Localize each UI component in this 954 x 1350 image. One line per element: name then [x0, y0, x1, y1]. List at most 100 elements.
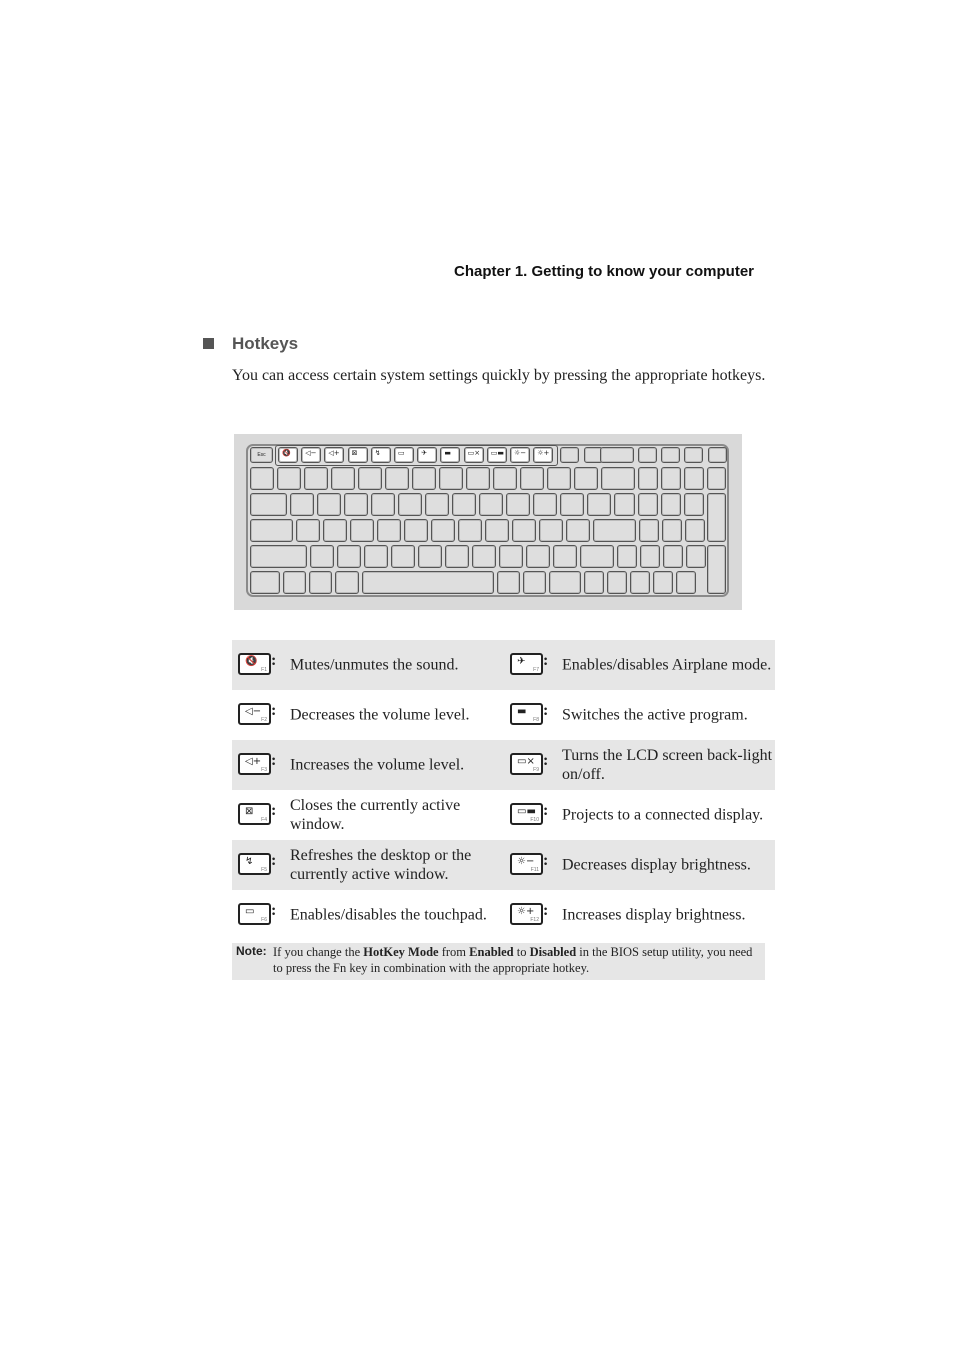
keyboard-key [371, 493, 395, 516]
keyboard-key [458, 519, 482, 542]
hotkey-row: ◁+ F3: Increases the volume level. ▭× F9: Tur… [232, 740, 775, 790]
keyboard-key [344, 493, 368, 516]
keyboard-key [362, 571, 494, 594]
brightness-down-icon: ☼− F11 [510, 853, 543, 875]
keyboard-key [277, 467, 301, 490]
hotkey-row: ↯ F5: Refreshes the desktop or the current… [232, 840, 775, 890]
colon: : [543, 702, 549, 719]
keyboard-key [560, 447, 579, 463]
fkey-glyph-icon: ▬ [444, 449, 452, 457]
fkey-label: F10 [530, 817, 539, 823]
keyboard-key [560, 493, 584, 516]
keyboard-key [412, 467, 436, 490]
keyboard-key [630, 571, 650, 594]
keyboard-key [506, 493, 530, 516]
hotkey-cell-f8: ▬ F8: Switches the active program. [504, 690, 775, 740]
fkey-glyph-icon: ↯ [374, 449, 381, 457]
keyboard-key [653, 571, 673, 594]
keyboard-key [566, 519, 590, 542]
fkey-glyph-icon: ⊠ [351, 449, 358, 457]
note-box: Note: If you change the HotKey Mode from… [232, 943, 765, 980]
keyboard-key [707, 467, 726, 490]
keyboard-key [472, 545, 496, 568]
fkey-f5: ↯ [370, 447, 391, 463]
key-glyph: 🔇 [245, 656, 258, 667]
colon: : [271, 802, 277, 819]
fkey-glyph-icon: ☼− [514, 449, 527, 457]
fkey-f11: ☼− [510, 447, 530, 463]
keyboard-key [526, 545, 550, 568]
keyboard-key [638, 493, 658, 516]
fkey-glyph-icon: ☼+ [537, 449, 550, 457]
fkey-glyph-icon: 🔇 [282, 449, 291, 457]
keyboard-key [580, 545, 614, 568]
note-label: Note: [236, 944, 267, 958]
fkey-f8: ▬ [440, 447, 461, 463]
keyboard-key [331, 467, 355, 490]
hotkey-cell-f11: ☼− F11: Decreases display brightness. [504, 840, 775, 890]
keyboard-key [547, 467, 571, 490]
hotkey-cell-f9: ▭× F9: Turns the LCD screen back-light on/… [504, 740, 775, 790]
fkey-f7: ✈ [417, 447, 438, 463]
keyboard-key [574, 467, 598, 490]
close-window-icon: ⊠ F4 [238, 803, 271, 825]
fkey-glyph-icon: ✈ [421, 449, 428, 457]
fkey-label: F11 [530, 867, 539, 873]
hotkey-description: Enables/disables the touchpad. [290, 906, 487, 924]
hotkey-description: Mutes/unmutes the sound. [290, 656, 459, 674]
hotkey-cell-f2: ◁− F2: Decreases the volume level. [232, 690, 503, 740]
key-glyph: ◁+ [245, 756, 262, 767]
keyboard-key [418, 545, 442, 568]
bullet-square-icon [203, 338, 214, 349]
airplane-icon: ✈ F7 [510, 653, 543, 675]
keyboard-key [638, 447, 657, 463]
keyboard-key [614, 493, 635, 516]
keyboard-key [479, 493, 503, 516]
key-glyph: ↯ [245, 856, 254, 867]
hotkey-description: Refreshes the desktop or the currently a… [290, 847, 472, 883]
hotkey-row: ⊠ F4: Closes the currently active window. ▭… [232, 790, 775, 840]
refresh-icon: ↯ F5 [238, 853, 271, 875]
keyboard-key [684, 447, 703, 463]
fkey-f10: ▭▬ [486, 447, 507, 463]
colon: : [271, 752, 277, 769]
keyboard-key [310, 545, 334, 568]
keyboard-key [686, 545, 706, 568]
fkey-glyph-icon: ◁− [305, 449, 317, 457]
keyboard-key [661, 447, 680, 463]
keyboard-key [250, 519, 293, 542]
keyboard-key [404, 519, 428, 542]
keyboard-key [323, 519, 347, 542]
brightness-up-icon: ☼+ F12 [510, 903, 543, 925]
keyboard-key [523, 571, 546, 594]
keyboard-key [593, 519, 636, 542]
key-glyph: ☼− [517, 856, 535, 867]
fkey-label: F3 [261, 767, 267, 773]
hotkey-description: Projects to a connected display. [562, 806, 764, 824]
esc-key: Esc [250, 447, 273, 463]
keyboard-key [708, 447, 727, 463]
keyboard-key [358, 467, 382, 490]
hotkey-cell-f1: 🔇 F1: Mutes/unmutes the sound. [232, 640, 503, 690]
keyboard-key [385, 467, 409, 490]
backlight-off-icon: ▭× F9 [510, 753, 543, 775]
chapter-header: Chapter 1. Getting to know your computer [454, 263, 755, 280]
keyboard-key [391, 545, 415, 568]
hotkey-cell-f3: ◁+ F3: Increases the volume level. [232, 740, 503, 790]
fkey-f9: ▭× [463, 447, 484, 463]
keyboard-key [684, 467, 704, 490]
keyboard-key [445, 545, 469, 568]
project-display-icon: ▭▬ F10 [510, 803, 543, 825]
keyboard-illustration: Esc 🔇 ◁− ◁+ ⊠ ↯ ▭ ✈ ▬ ▭× ▭▬ ☼− ☼+ [234, 434, 742, 610]
hotkey-description: Switches the active program. [562, 706, 748, 724]
keyboard-key [335, 571, 359, 594]
fkey-label: F8 [533, 717, 539, 723]
keyboard-key [283, 571, 306, 594]
keyboard-key [250, 467, 274, 490]
keyboard-key [337, 545, 361, 568]
keyboard-key [497, 571, 520, 594]
hotkey-description: Decreases display brightness. [562, 856, 751, 874]
keyboard-key [250, 493, 287, 516]
key-glyph: ☼+ [517, 906, 535, 917]
keyboard-key [250, 545, 307, 568]
